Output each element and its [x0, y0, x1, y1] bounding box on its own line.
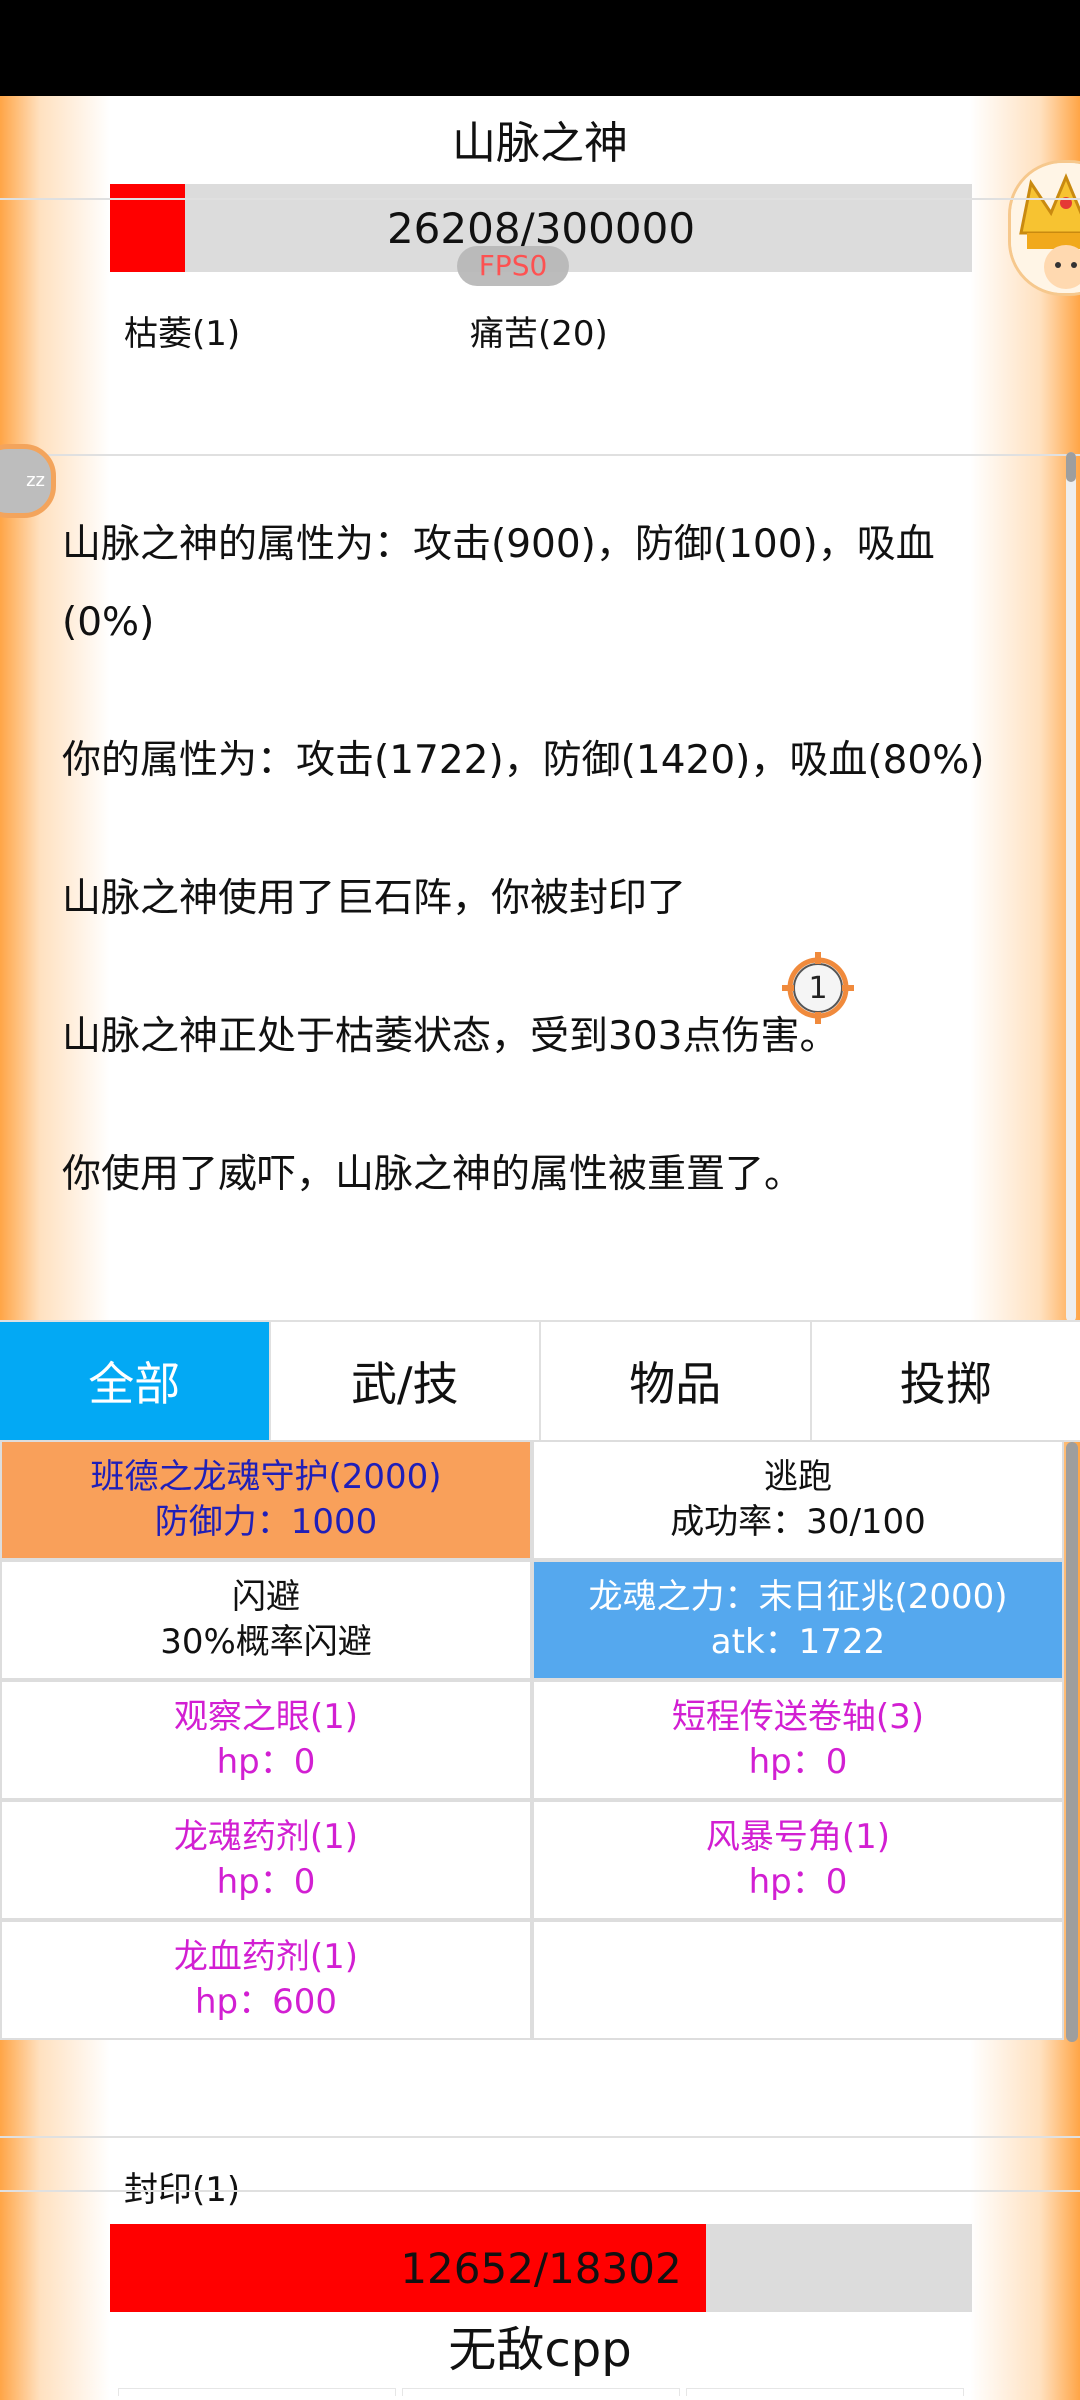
sleep-button[interactable]: zz — [0, 444, 56, 518]
bottom-tab-strip — [118, 2388, 964, 2396]
player-status-effect: 封印(1) — [124, 2170, 241, 2210]
empty-cell — [532, 1920, 1064, 2040]
item-teleport-scroll[interactable]: 短程传送卷轴(3) hp：0 — [532, 1680, 1064, 1800]
tab-all[interactable]: 全部 — [0, 1322, 271, 1440]
log-line: 你使用了威吓，山脉之神的属性被重置了。 — [62, 1152, 804, 1197]
action-dragon-power[interactable]: 龙魂之力：末日征兆(2000) atk：1722 — [532, 1560, 1064, 1680]
tab-throw[interactable]: 投掷 — [811, 1322, 1080, 1440]
seal-counter-value: 1 — [808, 971, 827, 1006]
action-grid-scrollbar[interactable] — [1066, 1442, 1078, 2042]
action-flee[interactable]: 逃跑 成功率：30/100 — [532, 1440, 1064, 1560]
item-name: 风暴号角(1) — [705, 1817, 891, 1857]
log-line: 山脉之神正处于枯萎状态，受到303点伤害。 — [62, 1014, 839, 1059]
item-detail: hp：0 — [748, 1742, 848, 1782]
fps-badge: FPS0 — [457, 246, 569, 286]
bottom-tab[interactable] — [118, 2388, 396, 2396]
tab-items[interactable]: 物品 — [541, 1322, 812, 1440]
item-detail: hp：600 — [194, 1982, 338, 2022]
action-grid: 班德之龙魂守护(2000) 防御力：1000 逃跑 成功率：30/100 闪避 … — [0, 1440, 1064, 2040]
item-name: 短程传送卷轴(3) — [671, 1697, 925, 1737]
battle-screen: 山脉之神 26208/300000 FPS0 枯萎(1) 痛苦(20) zz 山… — [0, 96, 1080, 2400]
enemy-status-effect: 痛苦(20) — [470, 314, 608, 354]
action-tabs: 全部 武/技 物品 投掷 — [0, 1320, 1080, 1442]
avatar-king-icon — [1011, 163, 1080, 293]
log-scrollbar-thumb[interactable] — [1066, 452, 1076, 482]
action-detail: 防御力：1000 — [154, 1502, 378, 1542]
action-name: 逃跑 — [764, 1457, 832, 1497]
action-detail: atk：1722 — [710, 1622, 886, 1662]
bottom-tab[interactable] — [686, 2388, 964, 2396]
item-dragon-blood-potion[interactable]: 龙血药剂(1) hp：600 — [0, 1920, 532, 2040]
player-hp-text: 12652/18302 — [400, 2243, 682, 2293]
tab-weapon-skill[interactable]: 武/技 — [270, 1322, 541, 1440]
item-storm-horn[interactable]: 风暴号角(1) hp：0 — [532, 1800, 1064, 1920]
action-dragon-guard[interactable]: 班德之龙魂守护(2000) 防御力：1000 — [0, 1440, 532, 1560]
battle-log: 山脉之神的属性为：攻击(900)，防御(100)，吸血(0%) 你的属性为：攻击… — [62, 506, 1022, 1274]
log-line: 山脉之神使用了巨石阵，你被封印了 — [62, 876, 687, 921]
status-bar — [0, 0, 1080, 96]
log-line: 山脉之神的属性为：攻击(900)，防御(100)，吸血(0%) — [62, 522, 935, 645]
action-dodge[interactable]: 闪避 30%概率闪避 — [0, 1560, 532, 1680]
log-line: 你的属性为：攻击(1722)，防御(1420)，吸血(80%) — [62, 738, 985, 783]
action-name: 闪避 — [232, 1577, 300, 1617]
seal-counter-icon: 1 — [780, 950, 856, 1026]
divider — [0, 454, 1080, 456]
divider — [0, 198, 1080, 200]
divider — [0, 2136, 1080, 2138]
enemy-name: 山脉之神 — [452, 118, 628, 169]
action-name: 班德之龙魂守护(2000) — [90, 1457, 442, 1497]
divider — [0, 2190, 1080, 2192]
log-scrollbar[interactable] — [1066, 452, 1076, 1322]
item-name: 观察之眼(1) — [173, 1697, 359, 1737]
action-name: 龙魂之力：末日征兆(2000) — [588, 1577, 1008, 1617]
item-dragon-potion[interactable]: 龙魂药剂(1) hp：0 — [0, 1800, 532, 1920]
action-detail: 成功率：30/100 — [670, 1502, 926, 1542]
player-name: 无敌cpp — [448, 2322, 632, 2378]
bottom-tab[interactable] — [402, 2388, 680, 2396]
item-name: 龙魂药剂(1) — [173, 1817, 359, 1857]
item-detail: hp：0 — [748, 1862, 848, 1902]
item-observer-eye[interactable]: 观察之眼(1) hp：0 — [0, 1680, 532, 1800]
item-name: 龙血药剂(1) — [173, 1937, 359, 1977]
item-detail: hp：0 — [216, 1742, 316, 1782]
enemy-status-effect: 枯萎(1) — [124, 314, 241, 354]
action-detail: 30%概率闪避 — [160, 1622, 372, 1662]
avatar[interactable] — [1008, 160, 1080, 296]
item-detail: hp：0 — [216, 1862, 316, 1902]
player-hp-bar: 12652/18302 — [110, 2224, 972, 2312]
